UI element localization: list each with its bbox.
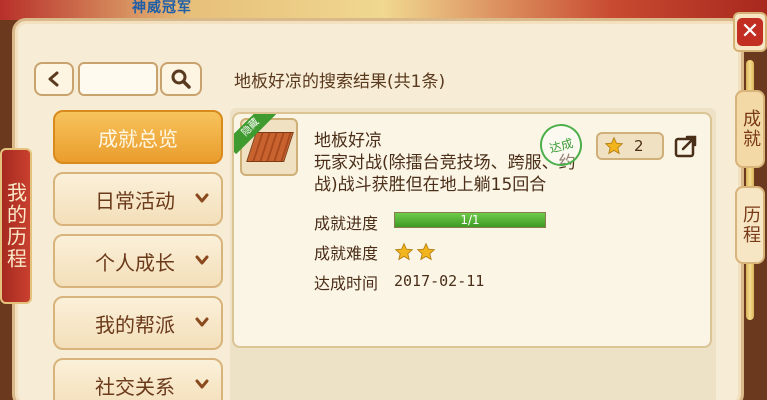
difficulty-stars xyxy=(394,242,436,262)
difficulty-label: 成就难度 xyxy=(314,244,379,263)
close-button[interactable]: ✕ xyxy=(733,12,767,52)
right-tab-label: 历程 xyxy=(740,205,761,245)
achievement-points: 2 xyxy=(596,132,664,160)
menu-item-label: 成就总览 xyxy=(98,126,178,151)
search-input[interactable] xyxy=(78,62,158,96)
achievement-description: 玩家对战(除擂台竞技场、跨服、约战)战斗获胜但在地上躺15回合 xyxy=(314,153,576,195)
banner-text: 神威冠军 xyxy=(132,0,192,16)
menu-item-social[interactable]: 社交关系 xyxy=(53,358,223,400)
search-icon xyxy=(171,69,191,89)
menu-item-label: 日常活动 xyxy=(95,188,175,213)
right-tab-label: 成就 xyxy=(740,109,761,149)
star-icon xyxy=(604,136,624,155)
menu-item-label: 个人成长 xyxy=(95,250,175,275)
progress-text: 1/1 xyxy=(460,213,480,227)
back-button[interactable] xyxy=(34,62,74,96)
chevron-down-icon xyxy=(195,193,209,203)
star-icon xyxy=(394,242,414,261)
progress-label: 成就进度 xyxy=(314,214,379,233)
top-background-strip: 神威冠军 xyxy=(0,0,767,20)
menu-item-guild[interactable]: 我的帮派 xyxy=(53,296,223,350)
search-button[interactable] xyxy=(160,62,202,96)
star-icon xyxy=(416,242,436,261)
chevron-left-icon xyxy=(48,71,59,87)
date-label: 达成时间 xyxy=(314,274,379,293)
menu-item-label: 社交关系 xyxy=(95,374,175,399)
points-value: 2 xyxy=(634,137,644,155)
chevron-down-icon xyxy=(195,317,209,327)
menu-item-growth[interactable]: 个人成长 xyxy=(53,234,223,288)
search-results-title: 地板好凉的搜索结果(共1条) xyxy=(234,72,446,92)
achievement-name: 地板好凉 xyxy=(314,131,382,151)
right-tab-history[interactable]: 历程 xyxy=(735,186,765,264)
right-tab-achievements[interactable]: 成就 xyxy=(735,90,765,168)
completion-date: 2017-02-11 xyxy=(394,272,485,290)
chevron-down-icon xyxy=(195,379,209,389)
left-tab-my-history[interactable]: 我的历程 xyxy=(0,148,32,304)
menu-item-overview[interactable]: 成就总览 xyxy=(53,110,223,164)
chevron-down-icon xyxy=(195,255,209,265)
menu-item-daily[interactable]: 日常活动 xyxy=(53,172,223,226)
share-icon[interactable] xyxy=(674,134,698,158)
achievement-card: 隐藏 地板好凉 玩家对战(除擂台竞技场、跨服、约战)战斗获胜但在地上躺15回合 … xyxy=(232,112,712,348)
menu-item-label: 我的帮派 xyxy=(95,312,175,337)
close-icon: ✕ xyxy=(737,18,763,46)
left-tab-label: 我的历程 xyxy=(3,182,28,270)
